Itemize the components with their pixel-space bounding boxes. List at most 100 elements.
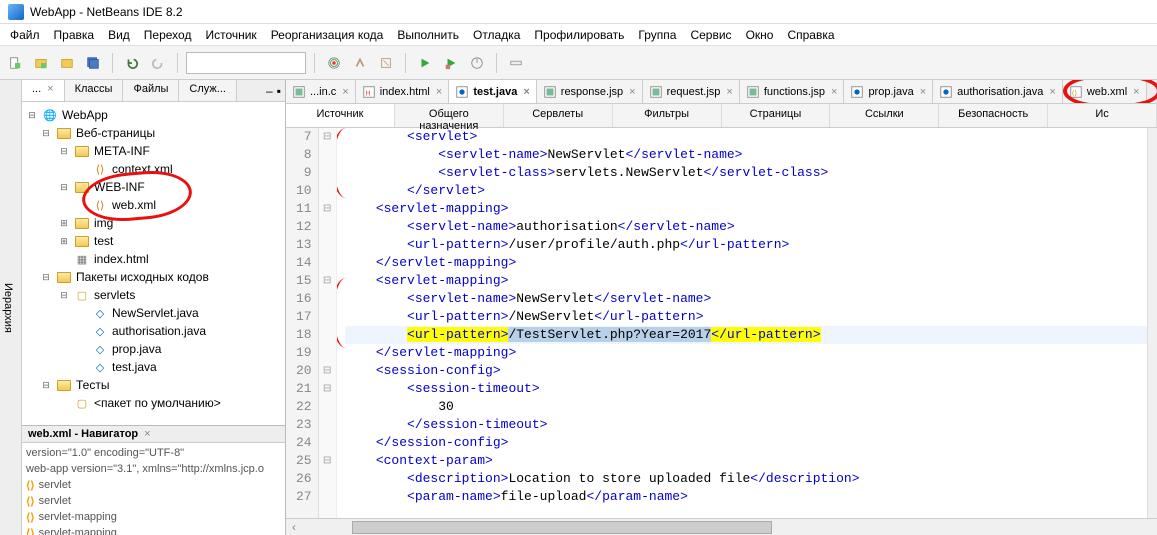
close-icon[interactable]: × (436, 86, 442, 98)
tree-node-NewServlet-java[interactable]: ◇NewServlet.java (22, 304, 285, 322)
menu-сервис[interactable]: Сервис (684, 26, 737, 43)
files-tab[interactable]: Файлы (123, 80, 179, 101)
code-line-12[interactable]: <servlet-name>authorisation</servlet-nam… (345, 218, 1147, 236)
new-project-icon[interactable] (30, 52, 52, 74)
code-line-27[interactable]: <param-name>file-upload</param-name> (345, 488, 1147, 506)
new-file-icon[interactable] (4, 52, 26, 74)
editor-tab-test-java[interactable]: test.java× (449, 80, 536, 103)
sub-tab-7[interactable]: Ис (1048, 104, 1157, 127)
close-icon[interactable]: × (47, 83, 53, 95)
line-gutter[interactable]: 789101112131415161718192021222324252627 (286, 128, 319, 518)
minimize-icon[interactable]: – (266, 84, 273, 98)
close-icon[interactable]: × (523, 86, 529, 98)
menu-файл[interactable]: Файл (4, 26, 46, 43)
menu-правка[interactable]: Правка (48, 26, 101, 43)
save-all-icon[interactable] (82, 52, 104, 74)
fold-toggle-icon[interactable] (319, 434, 336, 452)
code-line-25[interactable]: <context-param> (345, 452, 1147, 470)
close-icon[interactable]: × (629, 86, 635, 98)
code-editor[interactable]: 789101112131415161718192021222324252627 … (286, 128, 1157, 518)
tree-node-context-xml[interactable]: ⟨⟩context.xml (22, 160, 285, 178)
close-icon[interactable]: × (1133, 86, 1139, 98)
tree-node-------------[interactable]: ⊟Веб-страницы (22, 124, 285, 142)
sub-tab-2[interactable]: Сервлеты (504, 104, 613, 127)
tree-node-test[interactable]: ⊞test (22, 232, 285, 250)
editor-tab-web-xml[interactable]: ⟨⟩web.xml× (1063, 80, 1147, 103)
scrollbar-thumb[interactable] (352, 521, 772, 534)
close-icon[interactable]: × (144, 428, 150, 440)
fold-toggle-icon[interactable] (319, 164, 336, 182)
tree-toggle-icon[interactable]: ⊟ (40, 380, 52, 391)
code-line-16[interactable]: <servlet-name>NewServlet</servlet-name> (345, 290, 1147, 308)
tree-toggle-icon[interactable]: ⊟ (26, 110, 38, 121)
code-content[interactable]: <servlet> <servlet-name>NewServlet</serv… (337, 128, 1147, 518)
fold-toggle-icon[interactable]: ⊟ (319, 452, 336, 470)
build-icon[interactable] (349, 52, 371, 74)
fold-toggle-icon[interactable] (319, 344, 336, 362)
code-line-9[interactable]: <servlet-class>servlets.NewServlet</serv… (345, 164, 1147, 182)
code-line-13[interactable]: <url-pattern>/user/profile/auth.php</url… (345, 236, 1147, 254)
tree-node----------------------[interactable]: ⊟Пакеты исходных кодов (22, 268, 285, 286)
menu-группа[interactable]: Группа (632, 26, 682, 43)
navigator-item[interactable]: ⟨⟩servlet-mapping (26, 525, 281, 535)
sub-tab-4[interactable]: Страницы (722, 104, 831, 127)
fold-toggle-icon[interactable] (319, 290, 336, 308)
tree-toggle-icon[interactable]: ⊞ (58, 218, 70, 229)
editor-tab----in-c[interactable]: ...in.c× (286, 80, 356, 103)
sub-tab-3[interactable]: Фильтры (613, 104, 722, 127)
fold-toggle-icon[interactable]: ⊟ (319, 380, 336, 398)
services-tab[interactable]: Служ... (179, 80, 237, 101)
fold-toggle-icon[interactable]: ⊟ (319, 362, 336, 380)
navigator-item[interactable]: ⟨⟩servlet (26, 477, 281, 493)
tree-node---------------------[interactable]: ▢<пакет по умолчанию> (22, 394, 285, 412)
open-project-icon[interactable] (56, 52, 78, 74)
code-line-17[interactable]: <url-pattern>/NewServlet</url-pattern> (345, 308, 1147, 326)
close-icon[interactable]: × (920, 86, 926, 98)
fold-toggle-icon[interactable] (319, 146, 336, 164)
tree-node-index-html[interactable]: ▦index.html (22, 250, 285, 268)
code-line-11[interactable]: <servlet-mapping> (345, 200, 1147, 218)
navigator-item[interactable]: ⟨⟩servlet-mapping (26, 509, 281, 525)
run-icon[interactable] (414, 52, 436, 74)
fold-toggle-icon[interactable]: ⊟ (319, 128, 336, 146)
tree-node-authorisation-java[interactable]: ◇authorisation.java (22, 322, 285, 340)
editor-tab-index-html[interactable]: Hindex.html× (356, 80, 450, 103)
fold-toggle-icon[interactable] (319, 182, 336, 200)
menu-переход[interactable]: Переход (138, 26, 198, 43)
fold-gutter[interactable]: ⊟⊟⊟⊟⊟⊟ (319, 128, 337, 518)
project-tree[interactable]: ⊟🌐WebApp⊟Веб-страницы⊟META-INF⟨⟩context.… (22, 102, 285, 425)
scroll-left-icon[interactable]: ‹ (286, 520, 302, 534)
fold-toggle-icon[interactable] (319, 254, 336, 272)
tree-toggle-icon[interactable]: ⊟ (58, 182, 70, 193)
tree-toggle-icon[interactable]: ⊞ (58, 236, 70, 247)
restore-icon[interactable]: ▪ (277, 84, 281, 98)
editor-tab-request-jsp[interactable]: request.jsp× (643, 80, 740, 103)
sub-tab-6[interactable]: Безопасность (939, 104, 1048, 127)
tree-node-servlets[interactable]: ⊟▢servlets (22, 286, 285, 304)
menu-окно[interactable]: Окно (740, 26, 780, 43)
code-line-24[interactable]: </session-config> (345, 434, 1147, 452)
fold-toggle-icon[interactable] (319, 326, 336, 344)
error-stripe[interactable] (1147, 128, 1157, 518)
fold-toggle-icon[interactable] (319, 416, 336, 434)
close-icon[interactable]: × (831, 86, 837, 98)
close-icon[interactable]: × (1049, 86, 1055, 98)
menu-справка[interactable]: Справка (781, 26, 840, 43)
tree-node-test-java[interactable]: ◇test.java (22, 358, 285, 376)
menu-источник[interactable]: Источник (199, 26, 262, 43)
code-line-23[interactable]: </session-timeout> (345, 416, 1147, 434)
code-line-7[interactable]: <servlet> (345, 128, 1147, 146)
hierarchy-vertical-tab[interactable]: Иерархия (0, 80, 22, 535)
code-line-18[interactable]: <url-pattern>/TestServlet.php?Year=2017<… (345, 326, 1147, 344)
fold-toggle-icon[interactable] (319, 236, 336, 254)
tree-toggle-icon[interactable]: ⊟ (58, 290, 70, 301)
close-icon[interactable]: × (342, 86, 348, 98)
code-line-26[interactable]: <description>Location to store uploaded … (345, 470, 1147, 488)
code-line-20[interactable]: <session-config> (345, 362, 1147, 380)
fold-toggle-icon[interactable]: ⊟ (319, 200, 336, 218)
tree-node-WEB-INF[interactable]: ⊟WEB-INF (22, 178, 285, 196)
menu-выполнить[interactable]: Выполнить (391, 26, 465, 43)
sub-tab-0[interactable]: Источник (286, 104, 395, 127)
tree-node------[interactable]: ⊟Тесты (22, 376, 285, 394)
code-line-10[interactable]: </servlet> (345, 182, 1147, 200)
